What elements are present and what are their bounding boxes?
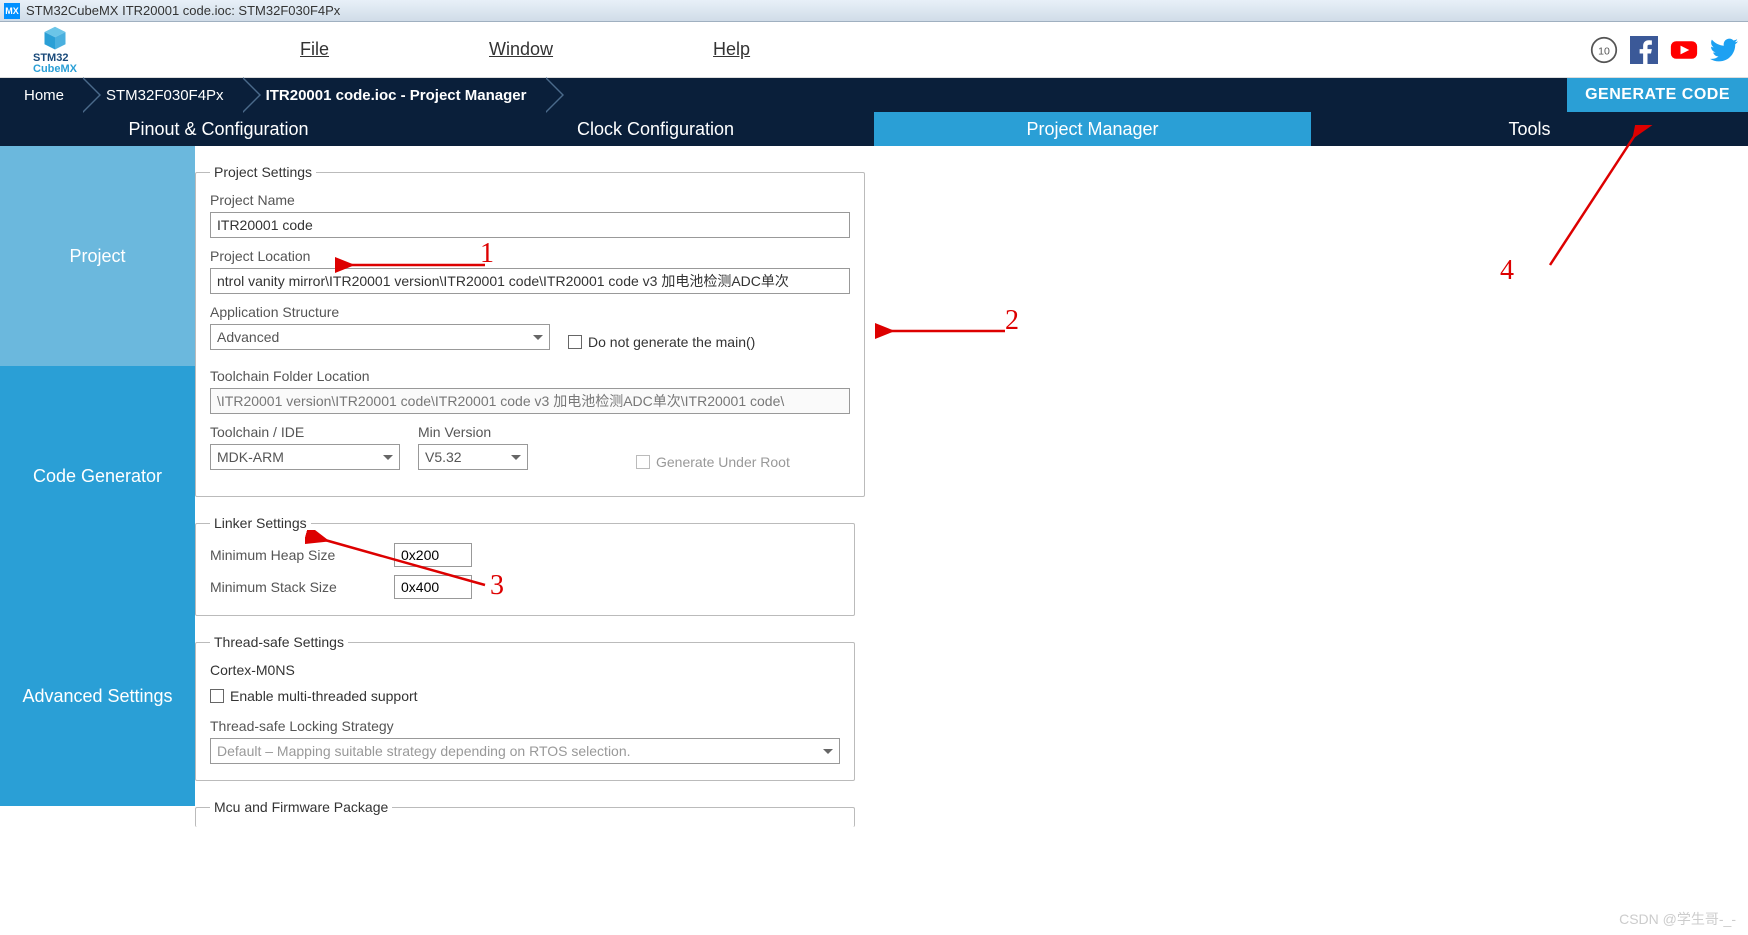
enable-multithread-checkbox[interactable] xyxy=(210,689,224,703)
locking-strategy-select[interactable]: Default – Mapping suitable strategy depe… xyxy=(210,738,840,764)
toolchain-ide-label: Toolchain / IDE xyxy=(210,424,400,440)
project-location-label: Project Location xyxy=(210,248,850,264)
project-settings-legend: Project Settings xyxy=(210,164,316,180)
social-icons: 10 xyxy=(1590,36,1738,64)
tab-project-manager[interactable]: Project Manager xyxy=(874,112,1311,146)
no-main-label: Do not generate the main() xyxy=(588,334,755,350)
breadcrumb-nav: Home STM32F030F4Px ITR20001 code.ioc - P… xyxy=(0,78,1748,112)
tab-pinout[interactable]: Pinout & Configuration xyxy=(0,112,437,146)
sidebar-item-advanced-settings[interactable]: Advanced Settings xyxy=(0,586,195,806)
main-tabs: Pinout & Configuration Clock Configurati… xyxy=(0,112,1748,146)
locking-strategy-label: Thread-safe Locking Strategy xyxy=(210,718,840,734)
window-title: STM32CubeMX ITR20001 code.ioc: STM32F030… xyxy=(26,3,340,18)
mcu-firmware-legend: Mcu and Firmware Package xyxy=(210,799,392,815)
badge-icon[interactable]: 10 xyxy=(1590,36,1618,64)
linker-settings-group: Linker Settings Minimum Heap Size Minimu… xyxy=(195,515,855,616)
logo-text: STM32CubeMX xyxy=(33,53,77,75)
tab-clock[interactable]: Clock Configuration xyxy=(437,112,874,146)
youtube-icon[interactable] xyxy=(1670,36,1698,64)
min-version-label: Min Version xyxy=(418,424,528,440)
facebook-icon[interactable] xyxy=(1630,36,1658,64)
cube-icon xyxy=(41,25,69,53)
svg-text:10: 10 xyxy=(1598,45,1610,57)
watermark: CSDN @学生哥-_- xyxy=(1619,909,1736,929)
toolchain-folder-label: Toolchain Folder Location xyxy=(210,368,850,384)
app-icon: MX xyxy=(4,3,20,19)
application-structure-select[interactable]: Advanced xyxy=(210,324,550,350)
form-area: Project Settings Project Name Project Lo… xyxy=(195,146,1748,935)
breadcrumb-home[interactable]: Home xyxy=(0,78,82,112)
breadcrumb-project[interactable]: ITR20001 code.ioc - Project Manager xyxy=(242,78,545,112)
breadcrumb-chip[interactable]: STM32F030F4Px xyxy=(82,78,242,112)
no-main-checkbox[interactable] xyxy=(568,335,582,349)
project-name-input[interactable] xyxy=(210,212,850,238)
sidebar-item-project[interactable]: Project xyxy=(0,146,195,366)
thread-safe-group: Thread-safe Settings Cortex-M0NS Enable … xyxy=(195,634,855,781)
generate-under-root-row: Generate Under Root xyxy=(636,454,790,470)
toolchain-ide-select[interactable]: MDK-ARM xyxy=(210,444,400,470)
menu-file[interactable]: File xyxy=(300,39,329,60)
linker-settings-legend: Linker Settings xyxy=(210,515,311,531)
top-header: STM32CubeMX File Window Help 10 xyxy=(0,22,1748,78)
min-heap-input[interactable] xyxy=(394,543,472,567)
generate-under-root-label: Generate Under Root xyxy=(656,454,790,470)
tab-tools[interactable]: Tools xyxy=(1311,112,1748,146)
min-heap-label: Minimum Heap Size xyxy=(210,547,390,563)
core-label: Cortex-M0NS xyxy=(210,662,840,678)
min-stack-input[interactable] xyxy=(394,575,472,599)
twitter-icon[interactable] xyxy=(1710,36,1738,64)
enable-multithread-row[interactable]: Enable multi-threaded support xyxy=(210,688,840,704)
generate-under-root-checkbox xyxy=(636,455,650,469)
project-settings-group: Project Settings Project Name Project Lo… xyxy=(195,164,865,497)
application-structure-label: Application Structure xyxy=(210,304,550,320)
sidebar: Project Code Generator Advanced Settings xyxy=(0,146,195,935)
min-stack-label: Minimum Stack Size xyxy=(210,579,390,595)
no-main-checkbox-row[interactable]: Do not generate the main() xyxy=(568,334,755,350)
enable-multithread-label: Enable multi-threaded support xyxy=(230,688,418,704)
window-title-bar: MX STM32CubeMX ITR20001 code.ioc: STM32F… xyxy=(0,0,1748,22)
menu-help[interactable]: Help xyxy=(713,39,750,60)
menu-window[interactable]: Window xyxy=(489,39,553,60)
toolchain-folder-input xyxy=(210,388,850,414)
mcu-firmware-group: Mcu and Firmware Package xyxy=(195,799,855,827)
menu-bar: File Window Help xyxy=(100,39,1590,60)
min-version-select[interactable]: V5.32 xyxy=(418,444,528,470)
generate-code-button[interactable]: GENERATE CODE xyxy=(1567,78,1748,112)
sidebar-item-code-generator[interactable]: Code Generator xyxy=(0,366,195,586)
project-name-label: Project Name xyxy=(210,192,850,208)
project-location-input[interactable] xyxy=(210,268,850,294)
thread-safe-legend: Thread-safe Settings xyxy=(210,634,348,650)
logo: STM32CubeMX xyxy=(10,25,100,75)
content-area: Project Code Generator Advanced Settings… xyxy=(0,146,1748,935)
